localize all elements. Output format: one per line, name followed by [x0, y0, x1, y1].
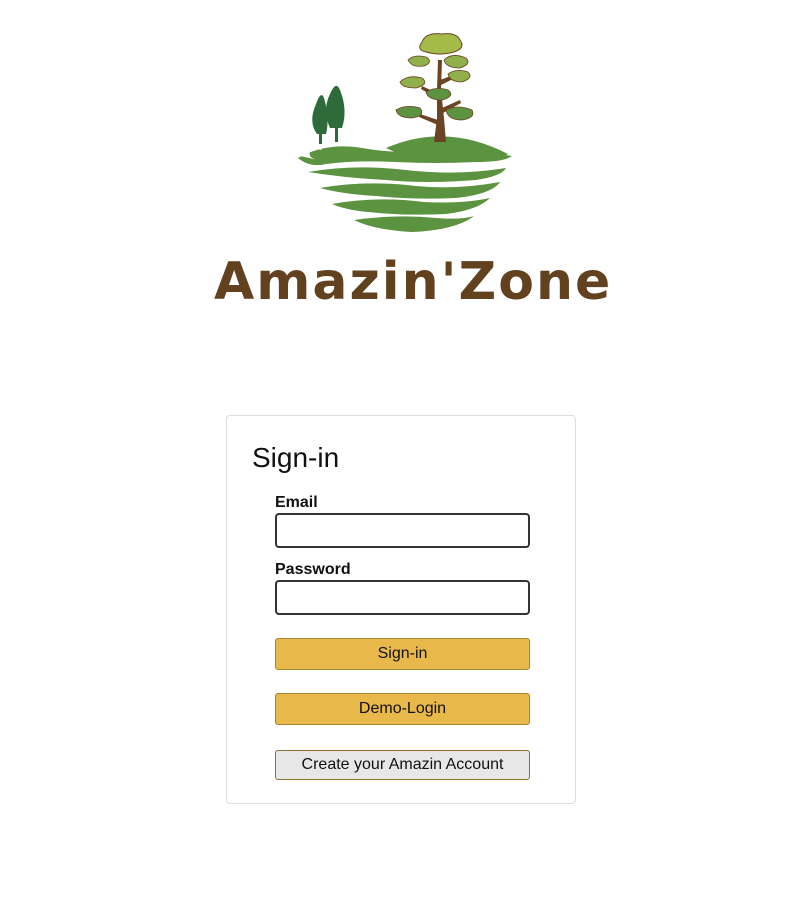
home-logo-link[interactable]: Amazin'Zone [214, 30, 613, 320]
tree-island-logo-icon [298, 33, 512, 232]
brand-name: Amazin'Zone [214, 252, 613, 312]
password-label: Password [275, 561, 351, 578]
email-field[interactable] [275, 513, 530, 548]
create-account-button[interactable]: Create your Amazin Account [275, 750, 530, 780]
page: Amazin'Zone Sign-in Email Password Sign-… [0, 0, 797, 911]
demo-login-button[interactable]: Demo-Login [275, 693, 530, 725]
password-field[interactable] [275, 580, 530, 615]
signin-title: Sign-in [252, 442, 340, 473]
signin-button[interactable]: Sign-in [275, 638, 530, 670]
signin-form: Sign-in Email Password Sign-in Demo-Logi… [226, 415, 576, 804]
email-label: Email [275, 494, 318, 511]
